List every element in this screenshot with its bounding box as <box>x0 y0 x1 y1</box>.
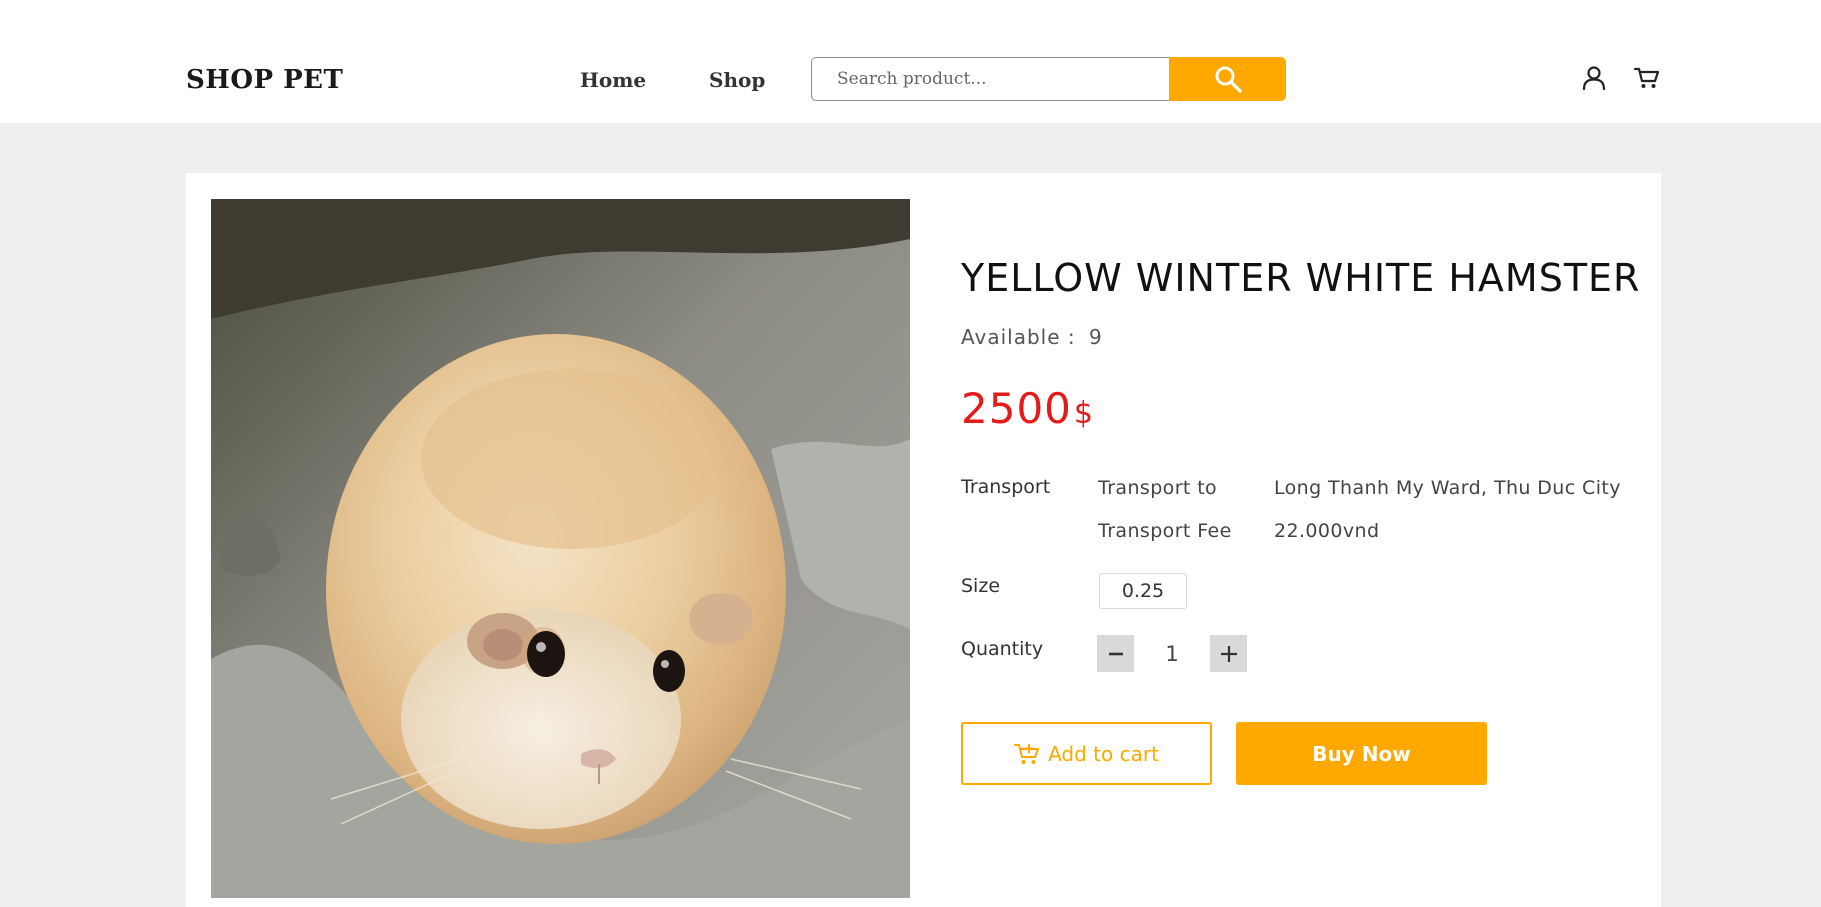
transport-label: Transport <box>961 476 1051 498</box>
transport-fee-value: 22.000vnd <box>1274 520 1380 542</box>
availability: Available : 9 <box>961 323 1103 351</box>
transport-to-label: Transport to <box>1098 477 1218 499</box>
product-image <box>211 199 910 898</box>
nav-shop-link[interactable]: Shop <box>709 66 765 94</box>
size-option[interactable]: 0.25 <box>1099 573 1187 609</box>
add-to-cart-icon <box>1014 743 1040 764</box>
product-price: 2500$ <box>961 381 1093 446</box>
transport-fee-label: Transport Fee <box>1098 520 1232 542</box>
user-icon[interactable] <box>1580 64 1608 92</box>
buy-now-button[interactable]: Buy Now <box>1236 722 1487 785</box>
add-to-cart-button[interactable]: Add to cart <box>961 722 1212 785</box>
transport-to-value: Long Thanh My Ward, Thu Duc City <box>1274 477 1621 499</box>
minus-icon <box>1108 652 1123 655</box>
price-amount: 2500 <box>961 384 1072 433</box>
available-value: 9 <box>1088 325 1103 349</box>
hamster-photo <box>211 199 910 898</box>
search-icon <box>1215 66 1242 93</box>
size-label: Size <box>961 575 1001 597</box>
quantity-label: Quantity <box>961 638 1044 660</box>
product-title: YELLOW WINTER WHITE HAMSTER <box>961 256 1641 300</box>
price-currency: $ <box>1073 396 1093 431</box>
cart-icon[interactable] <box>1633 64 1661 92</box>
product-card: YELLOW WINTER WHITE HAMSTER Available : … <box>186 173 1661 907</box>
site-logo[interactable]: SHOP PET <box>186 62 343 98</box>
quantity-increase-button[interactable] <box>1210 635 1247 672</box>
quantity-input[interactable] <box>1135 635 1209 672</box>
search-button[interactable] <box>1169 57 1286 101</box>
nav-home-link[interactable]: Home <box>580 66 646 94</box>
plus-icon <box>1220 645 1237 662</box>
search-input[interactable] <box>811 57 1171 101</box>
search-bar <box>811 57 1286 101</box>
add-to-cart-label: Add to cart <box>1048 741 1159 766</box>
available-label: Available : <box>961 325 1076 349</box>
site-header: SHOP PET Home Shop <box>0 0 1821 123</box>
quantity-decrease-button[interactable] <box>1097 635 1134 672</box>
